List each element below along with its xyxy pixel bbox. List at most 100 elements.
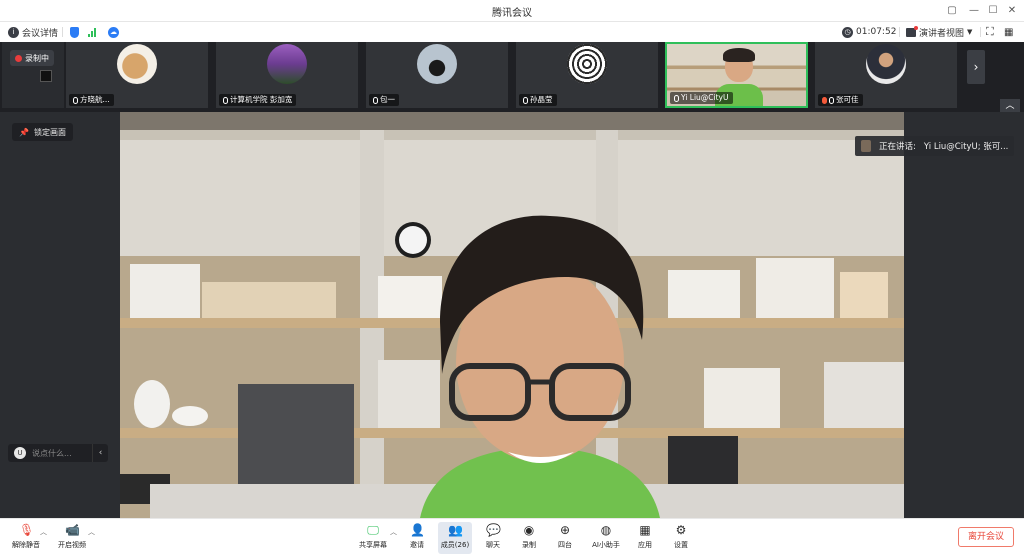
chevron-right-icon: › [973,60,979,74]
ai-assistant-icon: ◍ [600,523,612,537]
members-label: 成员(26) [440,541,470,549]
participant-name-tag: 孙晶莹 [519,94,557,106]
participant-tile[interactable]: 方晓航... [66,42,208,108]
apps-view-label: 四台 [558,541,572,549]
participant-name: Yi Liu@CityU [681,93,729,102]
lock-screen-button[interactable]: 📌 锁定画面 [12,123,73,141]
bottom-toolbar: 🎙 解除静音 ︿ 📹 开启视频 ︿ 🖵 共享屏幕 ︿ 👤 邀请 👥 成员(26)… [0,518,1024,555]
chat-input[interactable]: U 说点什么... ‹ [8,444,108,462]
grid-icon: ▦ [1004,26,1014,38]
share-screen-label: 共享屏幕 [359,541,387,549]
recording-badge[interactable]: 录制中 [10,50,54,66]
meeting-details-button[interactable]: i 会议详情 [8,25,58,39]
collapse-strip-button[interactable]: ︿ [1000,99,1020,113]
participant-tile-self[interactable]: 录制中 [2,42,64,108]
security-button[interactable] [70,25,79,39]
participant-name: 包一 [380,95,395,104]
lock-screen-label: 锁定画面 [33,127,66,137]
participant-name-tag: 包一 [369,94,399,106]
speaking-prefix: 正在讲话: [879,142,916,152]
participant-tile[interactable]: 张可佳 [815,42,957,108]
participant-name-tag: 方晓航... [69,94,114,106]
participant-name-tag: 张可佳 [818,94,863,106]
fullscreen-button[interactable]: ⛶ [986,25,994,39]
invite-label: 邀请 [410,541,424,549]
mic-icon [223,96,228,104]
main-video [120,112,904,518]
view-mode-dropdown[interactable]: 演讲者视图 ▼ [906,25,972,39]
chat-icon: 💬 [486,523,501,537]
avatar [866,44,906,84]
timer-value: 01:07:52 [856,27,897,37]
network-status[interactable] [88,25,96,39]
speaking-names: Yi Liu@CityU; 张可... [923,142,1009,152]
mic-muted-icon: 🎙 [19,523,35,537]
participant-tile[interactable]: 孙晶莹 [516,42,658,108]
apps-label: 应用 [638,541,652,549]
shield-icon [70,26,79,38]
ai-assistant-label: AI小助手 [592,541,620,549]
minimize-icon[interactable]: — [966,3,982,19]
speaker-video-frame [120,112,904,518]
view-mode-label: 演讲者视图 [919,28,965,39]
chevron-left-icon[interactable]: ‹ [92,444,108,462]
start-video-button[interactable]: 📹 开启视频 [52,522,92,554]
window-title: 腾讯会议 [492,8,532,19]
pin-icon: 📌 [19,127,29,137]
mic-icon [829,96,834,104]
apps-view-button[interactable]: ⊕ 四台 [548,522,582,554]
record-dot-icon [15,54,22,62]
speaker-avatar [861,140,871,152]
title-bar: 腾讯会议 ▢ — ☐ ✕ [0,0,1024,22]
more-layout-button[interactable]: ▦ [1004,25,1013,39]
record-label: 录制 [522,541,536,549]
mic-icon [73,96,78,104]
participant-tile[interactable]: 包一 [366,42,508,108]
ai-assistant-button[interactable]: ◍ AI小助手 [586,522,626,554]
chat-placeholder: 说点什么... [32,448,72,458]
participant-name: 孙晶莹 [530,95,553,104]
add-user-icon: 👤 [410,523,425,537]
divider [980,27,981,37]
participant-tile[interactable]: 计算机学院 彭加宽 [216,42,358,108]
participant-tile-active-speaker[interactable]: Yi Liu@CityU [665,42,808,108]
leave-meeting-button[interactable]: 离开会议 [958,527,1014,547]
settings-label: 设置 [674,541,688,549]
apps-icon: ▦ [639,523,651,537]
avatar [117,44,157,84]
camera-off-icon: 📹 [65,523,80,537]
chevron-up-icon: ︿ [1005,101,1015,111]
mic-icon [373,96,378,104]
meeting-details-label: 会议详情 [22,28,59,39]
close-icon[interactable]: ✕ [1004,3,1020,19]
settings-button[interactable]: ⚙ 设置 [664,522,698,554]
participant-strip: 录制中 方晓航... 计算机学院 彭加宽 包一 孙晶莹 Yi Liu@CityU [0,42,1024,112]
divider [62,27,63,37]
apps-button[interactable]: ▦ 应用 [628,522,662,554]
maximize-icon[interactable]: ☐ [985,3,1001,19]
apps-view-icon: ⊕ [559,523,571,537]
share-screen-button[interactable]: 🖵 共享屏幕 [354,522,392,554]
strip-next-button[interactable]: › [967,50,985,84]
participant-name: 计算机学院 彭加宽 [230,95,293,104]
gear-icon: ⚙ [675,523,687,537]
main-stage [0,112,1024,518]
invite-button[interactable]: 👤 邀请 [400,522,434,554]
mic-muted-icon [822,96,827,104]
camera-off-thumb [40,70,52,82]
avatar [417,44,457,84]
cloud-button[interactable]: ☁ [108,25,119,39]
chat-label: 聊天 [486,541,500,549]
members-button[interactable]: 👥 成员(26) [438,522,472,554]
clock-icon: ◷ [842,26,853,38]
speaker-hair [723,48,755,62]
mic-icon [674,94,679,102]
chat-button[interactable]: 💬 聊天 [476,522,510,554]
record-button[interactable]: ◉ 录制 [512,522,546,554]
chevron-up-icon[interactable]: ︿ [390,527,397,537]
fullscreen-icon: ⛶ [986,25,994,38]
chevron-up-icon[interactable]: ︿ [88,527,95,537]
chevron-up-icon[interactable]: ︿ [40,527,47,537]
pin-icon[interactable]: ▢ [944,3,960,19]
recording-label: 录制中 [25,53,49,63]
